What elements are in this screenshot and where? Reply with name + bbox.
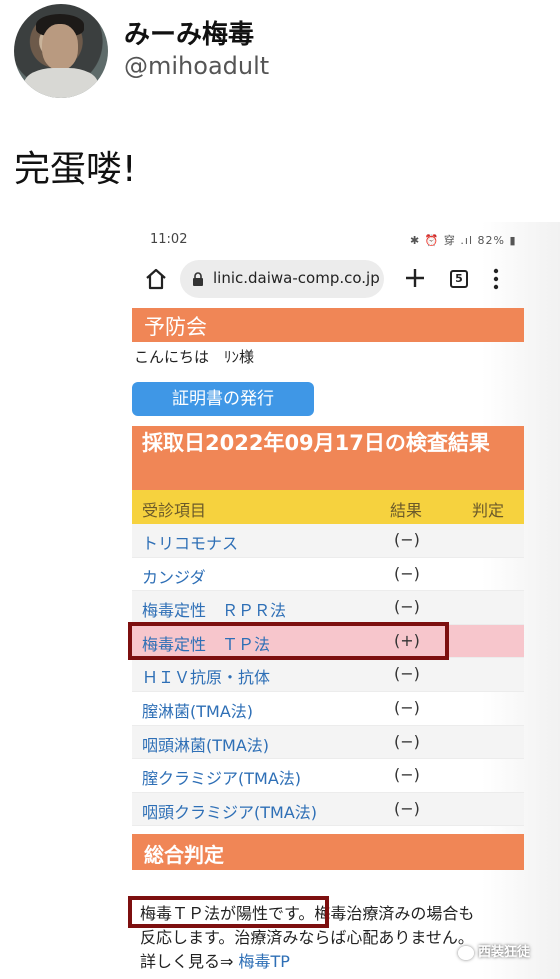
test-result: (−) bbox=[394, 597, 420, 617]
result-title: 採取日2022年09月17日の検査結果 bbox=[132, 426, 524, 490]
tab-switcher-button[interactable]: 5 bbox=[450, 270, 468, 288]
test-result: (−) bbox=[394, 765, 420, 785]
table-row: カンジダ (−) bbox=[132, 558, 524, 592]
test-item-link[interactable]: 梅毒定性 ＲＰＲ法 bbox=[142, 597, 286, 621]
watermark: 西装狂徒 bbox=[458, 941, 530, 960]
test-result: (−) bbox=[394, 697, 420, 717]
test-item-link[interactable]: 膣淋菌(TMA法) bbox=[142, 698, 253, 722]
new-tab-icon[interactable] bbox=[404, 267, 426, 289]
status-time: 11:02 bbox=[150, 232, 188, 247]
summary-header: 総合判定 bbox=[132, 834, 524, 870]
column-header-judgement: 判定 bbox=[472, 501, 505, 520]
table-row: トリコモナス (−) bbox=[132, 524, 524, 558]
url-text: linic.daiwa-comp.co.jp bbox=[213, 269, 380, 287]
avatar-face bbox=[42, 24, 78, 70]
table-header: 受診項目 結果 判定 bbox=[132, 490, 524, 524]
lock-icon bbox=[193, 272, 203, 286]
tweet-text: 完蛋喽! bbox=[14, 149, 137, 190]
test-item-link[interactable]: ＨＩＶ抗原・抗体 bbox=[142, 664, 270, 688]
test-item-link[interactable]: 膣クラミジア(TMA法) bbox=[142, 765, 301, 789]
table-row: 膣クラミジア(TMA法) (−) bbox=[132, 759, 524, 793]
test-item-link[interactable]: カンジダ bbox=[142, 564, 206, 588]
column-header-item: 受診項目 bbox=[142, 501, 207, 520]
test-result: (−) bbox=[394, 530, 420, 549]
user-handle[interactable]: @mihoadult bbox=[124, 52, 269, 80]
summary-more-label: 詳しく見る⇒ bbox=[140, 952, 234, 971]
greeting-text: こんにちは ﾘﾝ様 bbox=[134, 348, 255, 366]
table-row: 梅毒定性 ＲＰＲ法 (−) bbox=[132, 591, 524, 625]
test-item-link[interactable]: 咽頭淋菌(TMA法) bbox=[142, 732, 269, 756]
site-header: 予防会 bbox=[132, 308, 524, 342]
test-result: (−) bbox=[394, 563, 420, 583]
watermark-logo-icon bbox=[458, 945, 474, 960]
table-body: トリコモナス (−) カンジダ (−) 梅毒定性 ＲＰＲ法 (−) 梅毒定性 Ｔ… bbox=[132, 524, 524, 827]
table-row: 膣淋菌(TMA法) (−) bbox=[132, 692, 524, 726]
test-result: (−) bbox=[394, 664, 420, 684]
syphilis-tp-link[interactable]: 梅毒TP bbox=[239, 952, 290, 971]
test-item-link[interactable]: トリコモナス bbox=[142, 530, 238, 554]
home-icon[interactable] bbox=[144, 267, 168, 291]
embedded-screenshot: 11:02 ✱ ⏰ 穿 .ıl 82% ▮ linic.daiwa-comp.c… bbox=[124, 222, 560, 979]
test-item-link[interactable]: 咽頭クラミジア(TMA法) bbox=[142, 799, 317, 823]
table-row: ＨＩＶ抗原・抗体 (−) bbox=[132, 658, 524, 692]
url-bar[interactable]: linic.daiwa-comp.co.jp bbox=[180, 260, 384, 298]
table-row: 咽頭クラミジア(TMA法) (−) bbox=[132, 792, 524, 827]
avatar-body bbox=[24, 68, 98, 98]
table-row: 咽頭淋菌(TMA法) (−) bbox=[132, 725, 524, 760]
test-result: (−) bbox=[394, 731, 420, 751]
more-menu-icon[interactable] bbox=[492, 268, 500, 290]
column-header-result: 結果 bbox=[390, 501, 423, 520]
status-icons: ✱ ⏰ 穿 .ıl 82% ▮ bbox=[410, 234, 517, 247]
watermark-text: 西装狂徒 bbox=[478, 945, 531, 960]
test-result: (−) bbox=[394, 798, 420, 818]
avatar[interactable] bbox=[14, 4, 108, 98]
highlight-box-summary bbox=[128, 896, 329, 928]
highlight-box-tp-row bbox=[128, 622, 449, 660]
certificate-button[interactable]: 証明書の発行 bbox=[132, 382, 314, 416]
display-name[interactable]: みーみ梅毒 bbox=[124, 14, 254, 51]
